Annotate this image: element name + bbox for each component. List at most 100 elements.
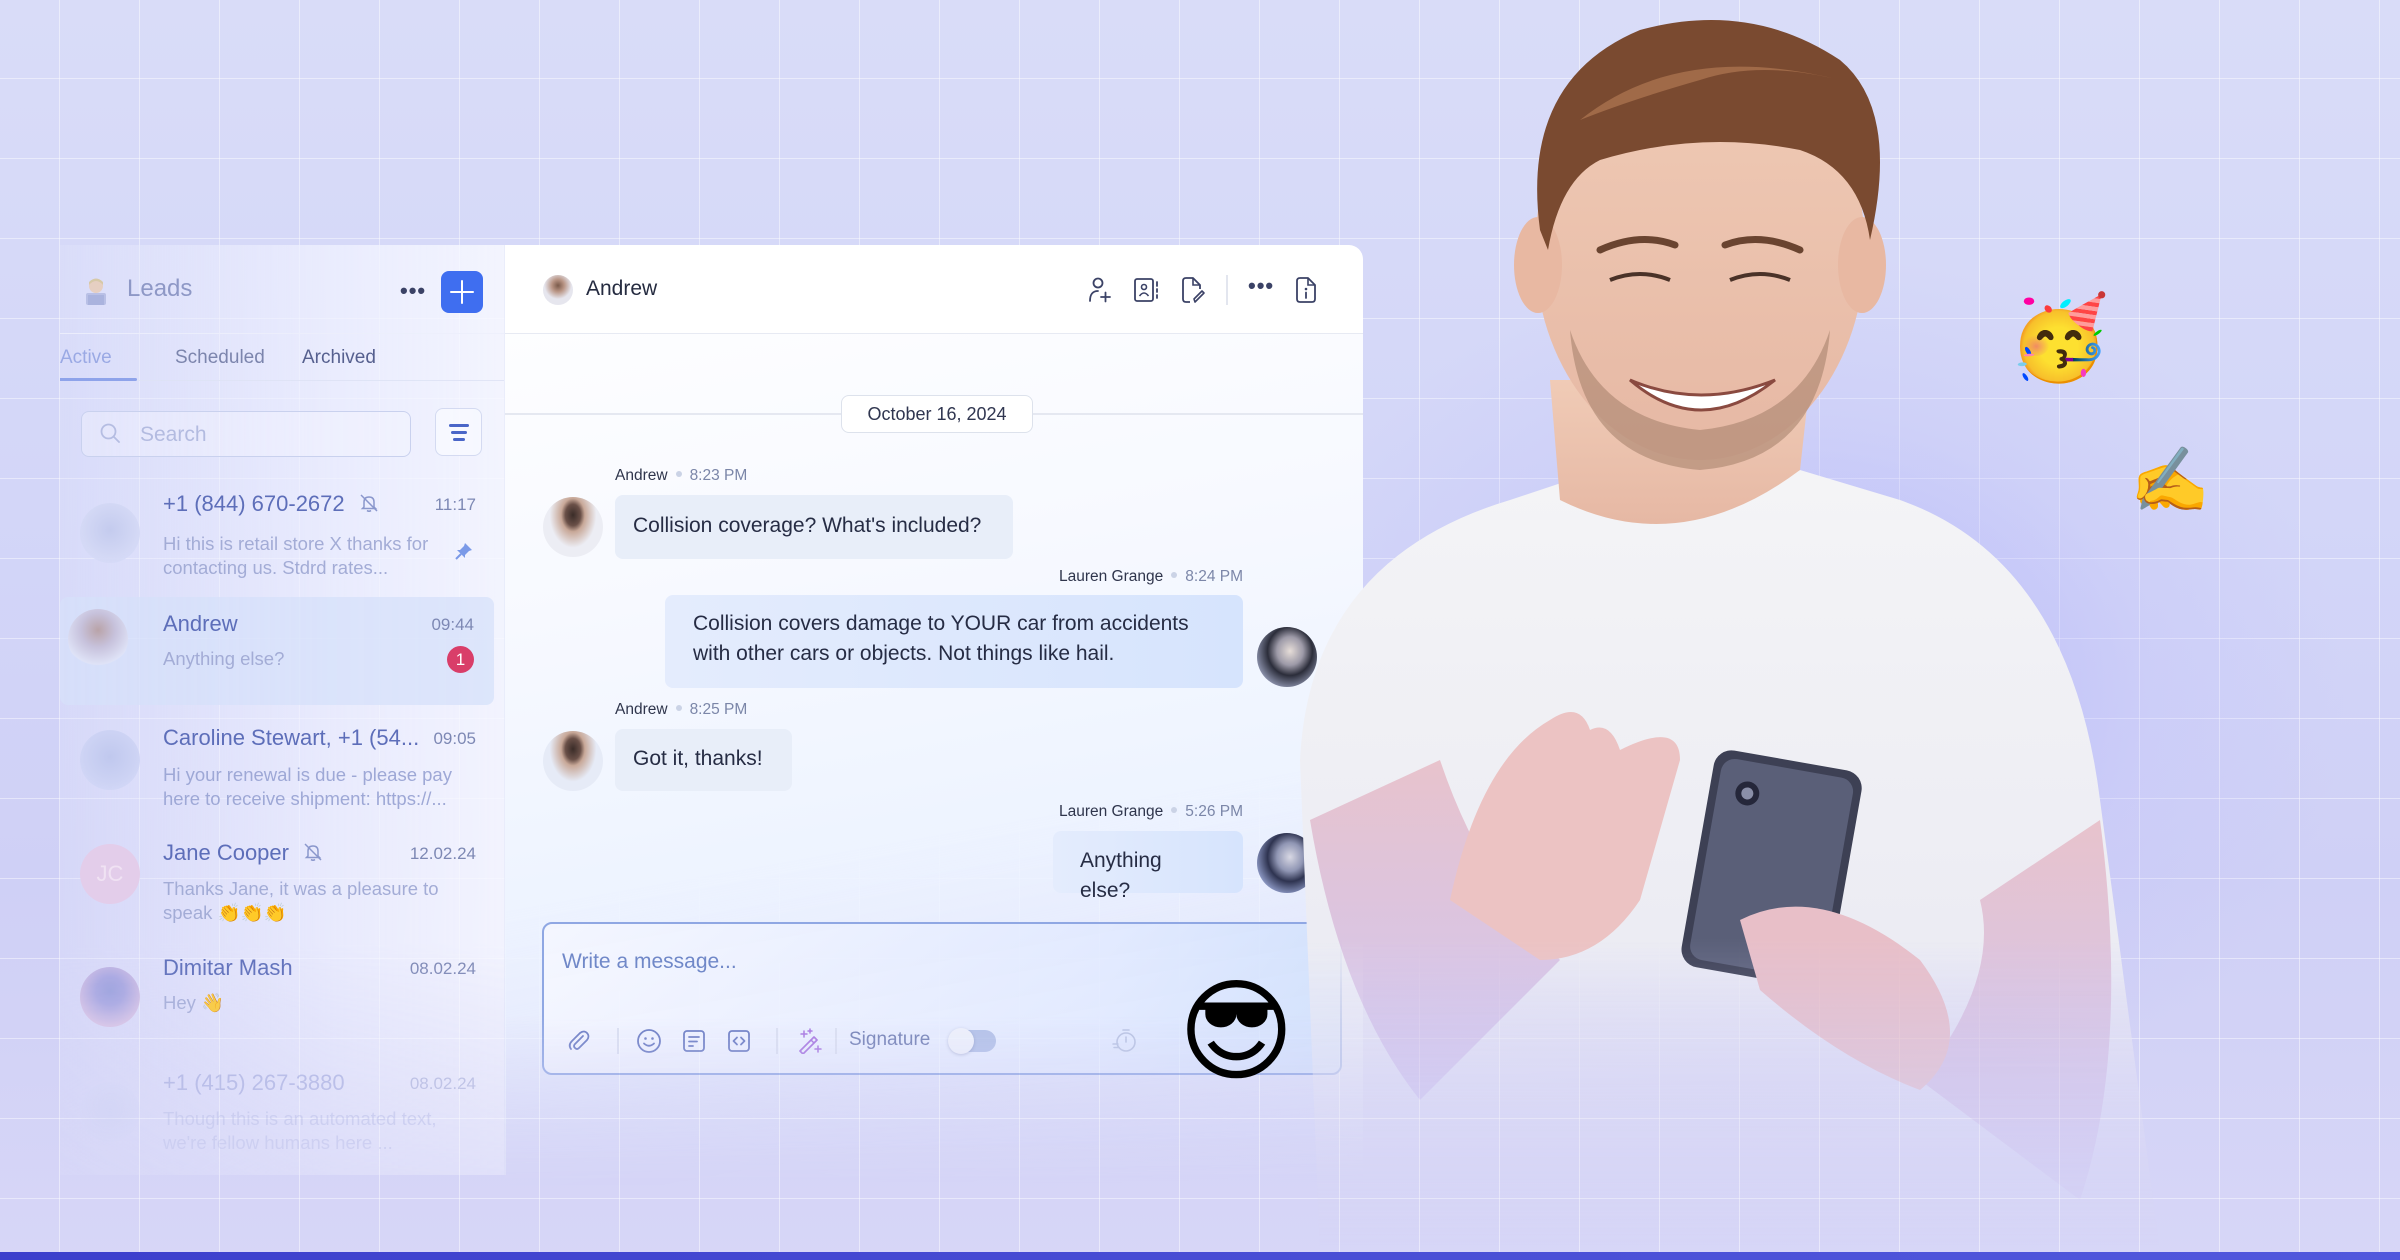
message-meta: Andrew 8:23 PM (615, 467, 747, 485)
lead-item[interactable]: Dimitar Mash 08.02.24 Hey 👋 (60, 945, 496, 1053)
writing-hand-emoji: ✍️ (2130, 444, 2210, 516)
lead-time: 11:17 (434, 495, 476, 514)
contact-name[interactable]: Andrew (586, 277, 657, 301)
unread-badge: 1 (447, 646, 474, 673)
lead-name: +1 (415) 267-3880 (163, 1070, 345, 1095)
message-time: 8:23 PM (689, 467, 748, 484)
lead-name-text: Jane Cooper (163, 840, 289, 865)
lead-item[interactable]: +1 (415) 267-3880 08.02.24 Though this i… (60, 1060, 496, 1168)
lead-item[interactable]: JC Jane Cooper 12.02.24 Thanks Jane, it … (60, 830, 496, 938)
lead-time: 09:05 (433, 729, 476, 748)
toolbar-divider (617, 1028, 619, 1054)
meta-dot (675, 705, 682, 711)
filter-button[interactable] (435, 408, 482, 456)
message-time: 5:26 PM (1185, 803, 1243, 820)
filter-line (451, 431, 467, 434)
lead-preview: Hey 👋 (163, 992, 225, 1013)
contact-book-icon[interactable] (1131, 275, 1161, 305)
lead-name: Caroline Stewart, +1 (54... (163, 725, 420, 750)
add-lead-button[interactable] (441, 271, 483, 313)
message-bubble: Collision covers damage to YOUR car from… (665, 595, 1243, 688)
lead-preview: Though this is an automated text, we're … (163, 1108, 437, 1153)
meta-dot (1171, 572, 1178, 578)
leads-tabs: Active Scheduled Archived (58, 333, 504, 381)
lead-time: 12.02.24 (409, 844, 476, 863)
leads-title: Leads (127, 275, 193, 302)
lead-name: Andrew (163, 611, 238, 636)
lead-name: +1 (844) 670-2672 (163, 491, 379, 517)
message-sender: Andrew (615, 701, 668, 718)
search-input[interactable] (140, 423, 390, 447)
signature-label: Signature (849, 1029, 931, 1050)
timer-icon[interactable] (1111, 1026, 1139, 1054)
party-face-emoji: 🥳 (2008, 293, 2111, 384)
bell-off-icon (360, 494, 378, 512)
avatar: JC (80, 844, 140, 904)
leads-header: Leads ••• (60, 245, 504, 333)
active-tab-indicator (58, 378, 137, 381)
lead-item[interactable]: Caroline Stewart, +1 (54... 09:05 Hi you… (60, 715, 496, 823)
avatar (80, 503, 140, 563)
paperclip-icon[interactable] (566, 1028, 592, 1054)
chat-header: Andrew ••• (505, 245, 1363, 334)
pin-icon (455, 543, 472, 560)
lead-time: 08.02.24 (409, 959, 476, 978)
magic-wand-icon[interactable] (796, 1028, 822, 1054)
message-time: 8:24 PM (1185, 568, 1243, 585)
tab-archived[interactable]: Archived (302, 347, 376, 369)
lead-preview: Hi this is retail store X thanks for con… (163, 533, 429, 578)
search-field[interactable] (81, 411, 411, 457)
meta-dot (1171, 807, 1178, 813)
lead-preview: Hi your renewal is due - please pay here… (163, 764, 452, 809)
sunglasses-emoji: 😎 (1178, 969, 1295, 1094)
leads-panel: Leads ••• Active Scheduled Archived +1 (… (58, 245, 506, 1175)
contact-avatar[interactable] (543, 275, 573, 305)
search-icon (100, 423, 120, 443)
lead-name: Jane Cooper (163, 840, 323, 866)
avatar (68, 609, 128, 669)
message-bubble: Got it, thanks! (615, 729, 792, 791)
message-sender: Andrew (615, 467, 668, 484)
more-options-button[interactable]: ••• (400, 280, 426, 302)
avatar (80, 967, 140, 1027)
message-bubble: Collision coverage? What's included? (615, 495, 1013, 559)
toolbar-divider (776, 1028, 778, 1054)
date-divider: October 16, 2024 (841, 395, 1033, 433)
meta-dot (675, 471, 682, 477)
file-edit-icon[interactable] (1178, 275, 1208, 305)
bell-off-icon (304, 843, 322, 861)
smiley-icon[interactable] (636, 1028, 662, 1054)
lead-name-text: +1 (844) 670-2672 (163, 491, 345, 516)
message-sender: Lauren Grange (1058, 803, 1164, 820)
code-icon[interactable] (726, 1028, 752, 1054)
filter-lines-icon (449, 424, 469, 427)
message-meta: Lauren Grange 8:24 PM (1059, 568, 1243, 586)
lead-time: 09:44 (431, 615, 474, 634)
lead-item-selected[interactable]: Andrew 09:44 Anything else? 1 (60, 597, 494, 705)
toggle-knob (948, 1028, 974, 1054)
lead-item[interactable]: +1 (844) 670-2672 11:17 Hi this is retai… (60, 477, 496, 585)
lead-preview: Thanks Jane, it was a pleasure to speak … (163, 878, 439, 923)
signature-toggle[interactable] (948, 1028, 996, 1054)
bottom-accent-bar (0, 1252, 2400, 1260)
lead-name: Dimitar Mash (163, 955, 293, 980)
filter-line (453, 438, 465, 441)
tab-active[interactable]: Active (60, 347, 112, 369)
template-icon[interactable] (681, 1028, 707, 1054)
andrew-avatar (543, 731, 603, 791)
avatar (80, 1082, 140, 1142)
lead-time: 08.02.24 (409, 1074, 476, 1093)
tab-scheduled[interactable]: Scheduled (175, 347, 265, 369)
message-meta: Andrew 8:25 PM (615, 701, 747, 719)
person-at-laptop-icon (86, 278, 106, 305)
toolbar-divider (835, 1028, 837, 1054)
more-options-button[interactable]: ••• (1248, 275, 1274, 297)
message-meta: Lauren Grange 5:26 PM (1059, 803, 1243, 821)
andrew-avatar (543, 497, 603, 557)
add-user-icon[interactable] (1085, 275, 1115, 305)
message-bubble: Anything else? (1053, 831, 1243, 902)
smiling-man-with-phone-photo (1300, 20, 2160, 1252)
message-input[interactable] (562, 942, 1262, 982)
message-sender: Lauren Grange (1058, 568, 1164, 585)
avatar (80, 730, 140, 790)
